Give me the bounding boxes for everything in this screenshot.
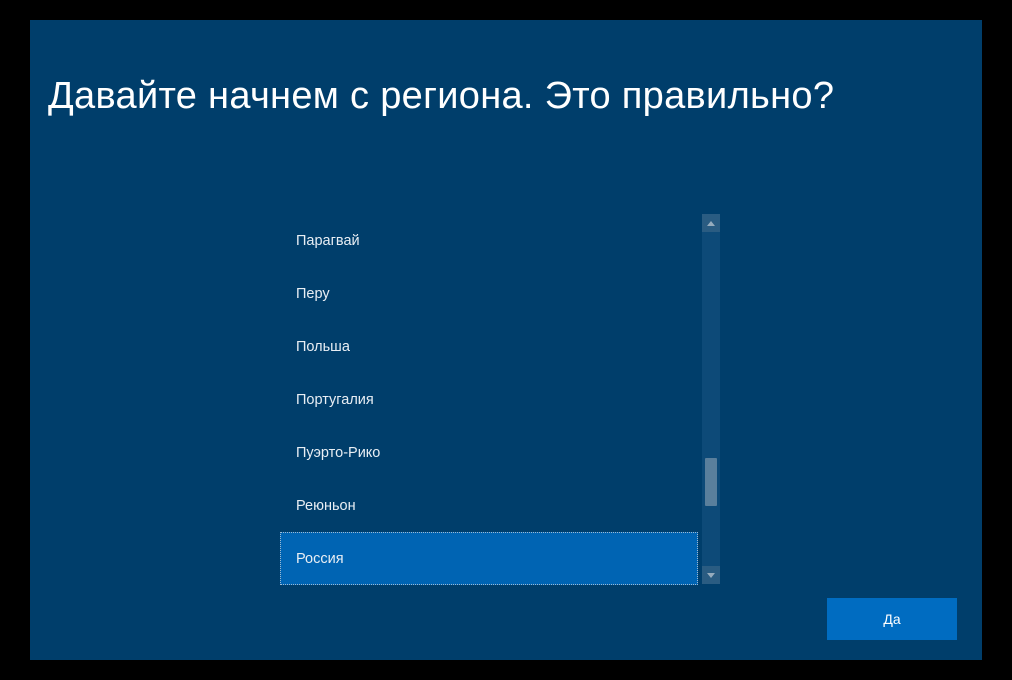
region-label: Португалия [296, 392, 374, 408]
confirm-button[interactable]: Да [827, 598, 957, 640]
scroll-down-button[interactable] [702, 566, 720, 584]
region-label: Парагвай [296, 233, 360, 249]
scrollbar[interactable] [702, 214, 720, 584]
region-label: Пуэрто-Рико [296, 445, 380, 461]
region-item[interactable]: Португалия [280, 373, 698, 426]
region-label: Россия [296, 551, 344, 567]
region-item[interactable]: Перу [280, 267, 698, 320]
region-label: Реюньон [296, 498, 356, 514]
page-title: Давайте начнем с региона. Это правильно? [48, 75, 834, 118]
region-item[interactable]: Парагвай [280, 214, 698, 267]
chevron-down-icon [707, 573, 715, 578]
region-item[interactable]: Польша [280, 320, 698, 373]
scroll-up-button[interactable] [702, 214, 720, 232]
region-list-wrap: Парагвай Перу Польша Португалия Пуэрто-Рико Р… [280, 214, 720, 584]
region-list[interactable]: Парагвай Перу Польша Португалия Пуэрто-Рико Р… [280, 214, 698, 584]
scroll-track[interactable] [702, 232, 720, 566]
scroll-thumb[interactable] [705, 458, 717, 506]
region-item[interactable]: Реюньон [280, 479, 698, 532]
region-item[interactable]: Россия [280, 532, 698, 585]
setup-window: Давайте начнем с региона. Это правильно?… [30, 20, 982, 660]
region-item[interactable]: Пуэрто-Рико [280, 426, 698, 479]
region-label: Перу [296, 286, 330, 302]
chevron-up-icon [707, 221, 715, 226]
region-label: Польша [296, 339, 350, 355]
